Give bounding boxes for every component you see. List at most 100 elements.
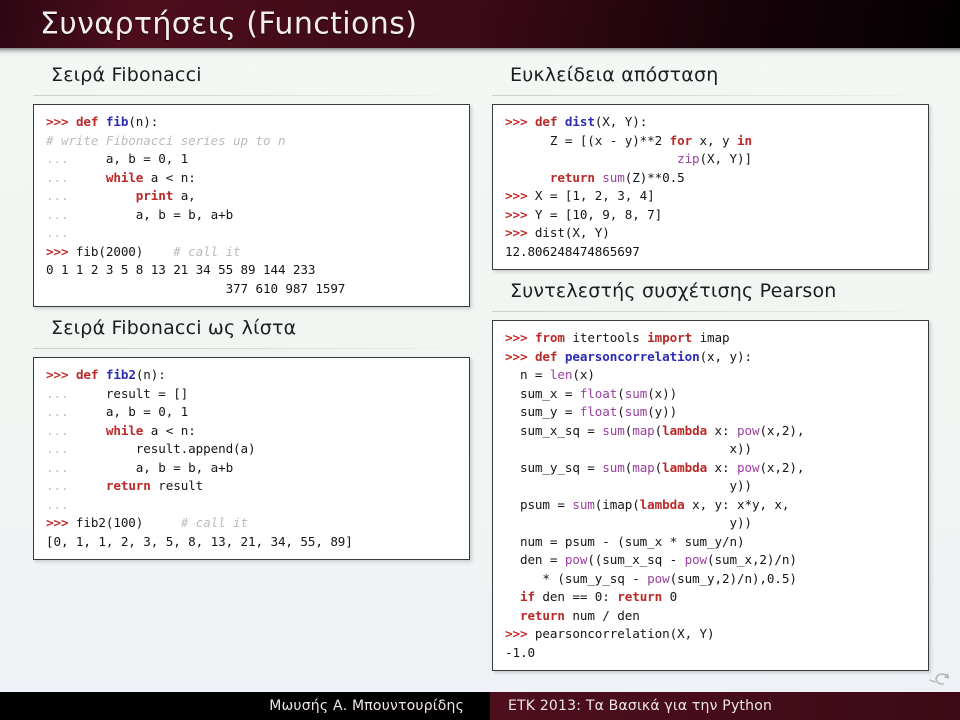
code-token-plain: -1.0 — [505, 644, 535, 660]
code-token-dots: ... — [46, 206, 69, 222]
code-token-prompt: >>> — [505, 330, 528, 345]
footer-presentation-section: ΕΤΚ 2013: Τα Βασικά για την Python — [490, 692, 960, 720]
code-line: >>> def fib2(n): — [46, 367, 166, 382]
code-line: 12.806248474865697 — [505, 244, 640, 259]
code-line: ... — [46, 225, 69, 240]
code-line: sum_x = float(sum(x)) — [505, 386, 677, 401]
code-token-plain: (Z)**0.5 — [624, 169, 685, 185]
code-token-plain: num / den — [564, 607, 640, 623]
code-token-plain: (x) — [572, 367, 595, 382]
code-token-plain: itertools — [564, 330, 648, 345]
code-line: ... while a < n: — [46, 170, 196, 185]
code-block: >>> from itertools import imap >>> def p… — [492, 320, 929, 671]
code-token-dots: ... — [46, 496, 69, 512]
code-token-builtin: sum — [624, 404, 648, 419]
section-heading: Συντελεστής συσχέτισης Pearson — [510, 280, 837, 302]
code-token-plain: a < n: — [143, 422, 196, 438]
code-token-dots: ... — [46, 385, 69, 401]
code-line: return sum(Z)**0.5 — [505, 170, 685, 185]
code-token-kw: print — [135, 188, 174, 203]
code-token-kw: while — [105, 422, 144, 438]
code-token-prompt: >>> — [505, 348, 528, 364]
code-line: num = psum - (sum_x * sum_y/n) — [505, 534, 745, 549]
code-line: n = len(x) — [505, 367, 595, 382]
code-line: y)) — [505, 515, 752, 530]
code-token-kw: in — [736, 132, 752, 148]
code-token-plain: X = [1, 2, 3, 4] — [527, 188, 655, 203]
code-token-plain: y)) — [505, 515, 752, 530]
code-token-builtin: sum — [602, 169, 625, 185]
code-token-prompt: >>> — [505, 225, 528, 240]
code-token-dots: ... — [46, 441, 69, 456]
circular-arrow-icon[interactable] — [926, 667, 952, 687]
header-shadow — [0, 48, 960, 57]
code-line: den = pow((sum_x_sq - pow(sum_x,2)/n) — [505, 552, 797, 567]
code-token-plain: result = [] — [68, 385, 189, 401]
code-token-fn: fib — [105, 114, 129, 129]
code-token-comment: # call it — [180, 515, 249, 530]
code-line: ... return result — [46, 478, 203, 493]
code-token-plain: (x, y): — [699, 348, 752, 364]
code-token-builtin: pow — [647, 570, 670, 586]
code-line: Z = [(x - y)**2 for x, y in — [505, 133, 752, 148]
code-token-fn: pearsoncorrelation — [564, 348, 700, 364]
slide-header-bar: Συναρτήσεις (Functions) — [0, 0, 960, 48]
code-token-dots: ... — [46, 225, 69, 240]
code-token-builtin: float — [579, 385, 618, 401]
code-token-kw: def — [534, 114, 558, 129]
heading-divider — [33, 95, 470, 96]
code-line: >>> def dist(X, Y): — [505, 114, 647, 129]
code-token-plain: sum_y_sq = — [505, 459, 603, 475]
code-token-plain: (sum_y,2)/n),0.5) — [669, 570, 797, 586]
code-token-kw: if — [519, 589, 535, 604]
code-token-prompt: >>> — [46, 515, 69, 530]
code-token-prompt: >>> — [505, 188, 528, 203]
code-token-plain: Y = [10, 9, 8, 7] — [527, 206, 663, 222]
code-token-plain: imap — [692, 330, 730, 345]
code-text: >>> def dist(X, Y): Z = [(x - y)**2 for … — [505, 113, 920, 261]
code-token-plain: 377 610 987 1597 — [46, 280, 346, 296]
code-line: -1.0 — [505, 645, 535, 660]
code-line: if den == 0: return 0 — [505, 589, 677, 604]
code-line: ... a, b = 0, 1 — [46, 151, 188, 166]
left-column: Σειρά Fibonacci >>> def fib(n): # write F… — [33, 60, 470, 566]
code-token-dots: ... — [46, 151, 69, 166]
code-token-dots: ... — [46, 422, 69, 438]
code-token-plain: * (sum_y_sq - — [505, 570, 648, 586]
code-token-dots: ... — [46, 404, 69, 419]
heading-divider — [33, 348, 470, 349]
code-token-plain: den == 0: — [534, 589, 618, 604]
code-token-prompt: >>> — [505, 206, 528, 222]
code-token-plain: x, y: x*y, x, — [684, 496, 790, 512]
code-line: >>> from itertools import imap — [505, 330, 730, 345]
code-token-plain: result.append(a) — [68, 441, 256, 456]
code-token-plain: 12.806248474865697 — [505, 243, 640, 259]
code-token-plain: den = — [505, 552, 565, 567]
code-token-plain: x)) — [505, 441, 752, 456]
code-token-plain: (X, Y): — [594, 114, 648, 129]
code-token-plain: (y)) — [647, 404, 678, 419]
code-token-prompt: >>> — [505, 626, 528, 641]
code-line: ... result.append(a) — [46, 441, 256, 456]
code-token-plain: a, b = b, a+b — [68, 459, 234, 475]
code-line: ... — [46, 496, 69, 512]
code-line: sum_x_sq = sum(map(lambda x: pow(x,2), — [505, 422, 805, 438]
code-token-plain: pearsoncorrelation(X, Y) — [527, 626, 715, 641]
code-token-builtin: len — [549, 367, 573, 382]
code-line: sum_y = float(sum(y)) — [505, 404, 677, 419]
code-token-plain: ((sum_x_sq - — [587, 552, 685, 567]
code-line: ... result = [] — [46, 386, 188, 401]
code-block: >>> def fib(n): # write Fibonacci series… — [33, 104, 470, 307]
right-column: Ευκλείδεια απόσταση >>> def dist(X, Y): Z… — [492, 60, 929, 677]
code-token-plain: (x,2), — [759, 422, 805, 438]
code-token-kw: def — [534, 348, 558, 364]
